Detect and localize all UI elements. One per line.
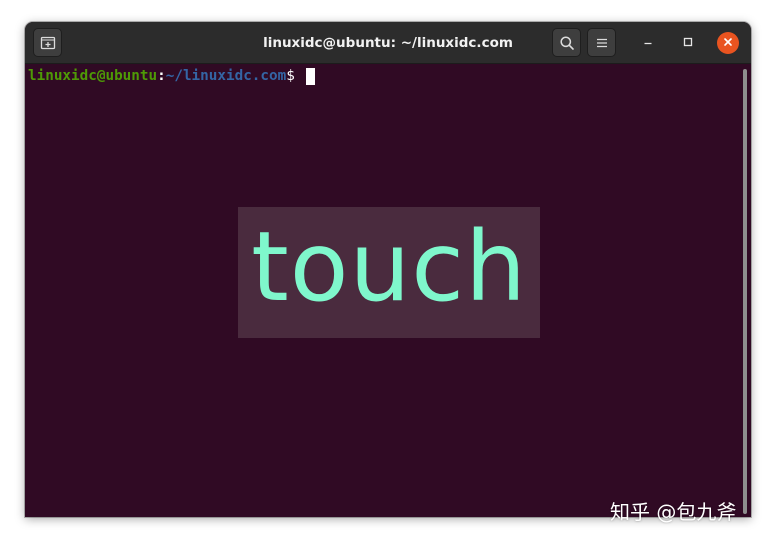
terminal-window: linuxidc@ubuntu: ~/linuxidc.com linuxidc… [25, 22, 751, 517]
scrollbar[interactable] [743, 69, 747, 514]
terminal-area[interactable]: linuxidc@ubuntu: ~/linuxidc.com $ touch [25, 64, 751, 517]
close-icon [723, 34, 733, 52]
title-bar: linuxidc@ubuntu: ~/linuxidc.com [25, 22, 751, 64]
search-button[interactable] [552, 28, 581, 57]
hamburger-menu-icon [595, 36, 609, 50]
new-tab-icon [40, 35, 56, 51]
maximize-button[interactable] [677, 32, 699, 54]
maximize-icon [683, 34, 693, 52]
close-button[interactable] [717, 32, 739, 54]
shell-prompt: linuxidc@ubuntu: ~/linuxidc.com $ [28, 67, 315, 85]
prompt-symbol: $ [286, 68, 295, 84]
search-icon [559, 35, 575, 51]
prompt-colon: : [157, 68, 166, 84]
command-caption-box: touch [238, 207, 540, 338]
watermark: 知乎 @包九斧 [610, 500, 737, 524]
minimize-icon [643, 34, 653, 52]
new-tab-button[interactable] [33, 28, 62, 57]
prompt-path: ~/linuxidc.com [165, 68, 287, 84]
menu-button[interactable] [587, 28, 616, 57]
prompt-user-host: linuxidc@ubuntu [28, 68, 158, 84]
minimize-button[interactable] [637, 32, 659, 54]
command-caption: touch [251, 211, 527, 323]
window-title: linuxidc@ubuntu: ~/linuxidc.com [263, 35, 513, 51]
text-cursor [305, 67, 315, 85]
